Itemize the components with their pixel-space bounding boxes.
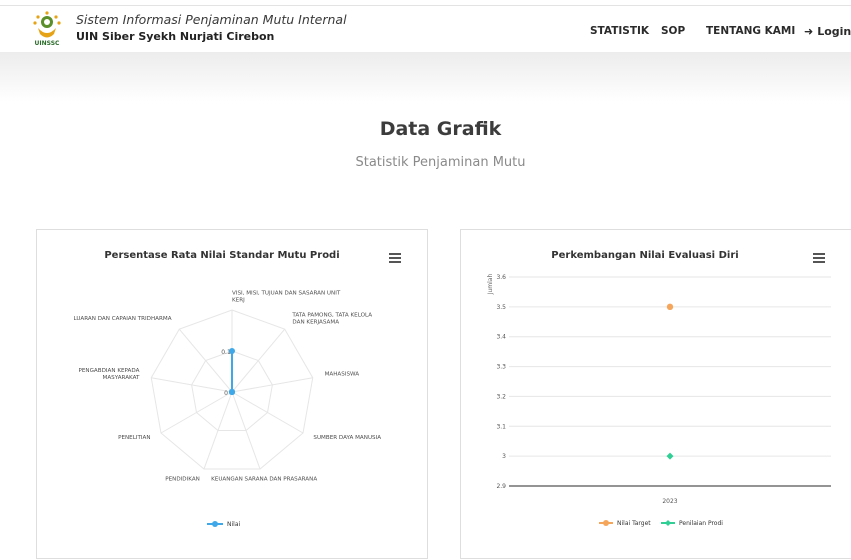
y-tick-label: 3.1 <box>496 423 506 430</box>
nav-tentang-kami[interactable]: TENTANG KAMI <box>706 25 795 37</box>
radar-category-label: PENELITIAN <box>118 435 150 441</box>
svg-text:UINSSC: UINSSC <box>35 40 60 47</box>
point-penilaian-prodi[interactable] <box>666 452 674 460</box>
y-tick-label: 3.6 <box>496 274 506 281</box>
uinssc-logo[interactable]: UINSSC <box>32 11 62 47</box>
radar-spoke <box>231 377 313 393</box>
radar-chart: 00.1VISI, MISI, TUJUAN DAN SASARAN UNIT K… <box>74 291 382 529</box>
legend-marker <box>665 520 671 526</box>
radar-category-label: LUARAN DAN CAPAIAN TRIDHARMA <box>74 316 172 322</box>
navbar: UINSSC Sistem Informasi Penjaminan Mutu … <box>0 6 851 52</box>
page-subtitle: Statistik Penjaminan Mutu <box>355 155 526 170</box>
y-tick-label: 2.9 <box>496 483 506 490</box>
radar-category-label: VISI, MISI, TUJUAN DAN SASARAN UNIT KERJ <box>232 291 341 304</box>
radar-spoke <box>178 328 233 393</box>
point-nilai-target[interactable] <box>666 303 674 311</box>
y-tick-label: 3.3 <box>496 364 506 371</box>
nav-login-label: Login <box>817 25 851 38</box>
radar-spoke <box>231 328 286 393</box>
nav-statistik[interactable]: STATISTIK <box>590 25 649 37</box>
radar-tick-label: 0 <box>224 390 228 397</box>
legend-item-nilai[interactable]: Nilai <box>227 521 240 528</box>
radar-category-label: SUMBER DAYA MANUSIA <box>313 435 381 441</box>
y-tick-label: 3.4 <box>496 334 506 341</box>
nav-login[interactable]: ➜ Login <box>804 25 851 38</box>
y-tick-label: 3 <box>502 453 506 460</box>
radar-category-label: PENGABDIAN KEPADA MASYARAKAT <box>79 368 140 381</box>
scatter-chart: 2.9 3 3.1 3.2 3.3 3.4 3.5 3.6Jumlah 2023 Nilai Ta… <box>487 274 831 527</box>
radar-chart-card: Persentase Rata Nilai Standar Mutu Prodi… <box>36 229 428 559</box>
nav-sop[interactable]: SOP <box>661 25 685 37</box>
x-tick-label: 2023 <box>662 498 677 505</box>
radar-point[interactable] <box>229 348 235 354</box>
radar-spoke <box>160 391 233 434</box>
legend-marker <box>212 521 218 527</box>
radar-category-label: PENDIDIKAN <box>165 476 200 482</box>
legend-item-nilai-target[interactable]: Nilai Target <box>617 520 651 527</box>
y-axis-label: Jumlah <box>487 274 494 296</box>
brand-title: Sistem Informasi Penjaminan Mutu Interna… <box>76 12 347 27</box>
radar-spoke <box>151 377 233 393</box>
login-icon: ➜ <box>804 25 814 38</box>
legend-marker <box>603 520 609 526</box>
legend-item-penilaian-prodi[interactable]: Penilaian Prodi <box>679 520 723 527</box>
scatter-chart-card: Perkembangan Nilai Evaluasi Diri 2.9 3 3.1… <box>460 229 851 559</box>
radar-category-label: KEUANGAN SARANA DAN PRASARANA <box>211 476 317 482</box>
hero-band <box>0 52 851 102</box>
radar-category-label: TATA PAMONG, TATA KELOLA DAN KERJASAMA <box>291 312 372 325</box>
y-tick-label: 3.5 <box>496 304 506 311</box>
y-tick-label: 3.2 <box>496 393 506 400</box>
radar-spoke <box>231 391 304 434</box>
page-title: Data Grafik <box>379 118 502 140</box>
brand-subtitle: UIN Siber Syekh Nurjati Cirebon <box>76 30 275 43</box>
radar-point[interactable] <box>229 389 235 395</box>
radar-category-label: MAHASISWA <box>325 372 360 378</box>
